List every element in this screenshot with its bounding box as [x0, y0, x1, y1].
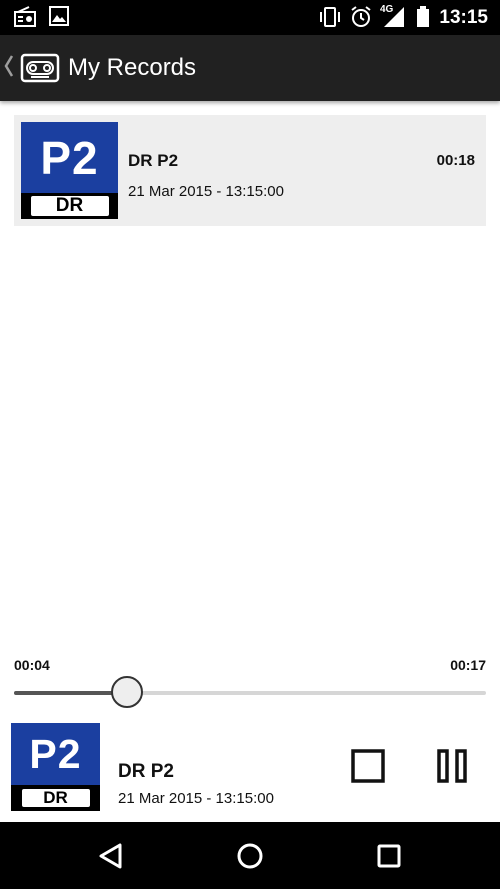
- record-duration: 00:18: [436, 152, 475, 169]
- alarm-icon: [350, 6, 372, 33]
- now-playing-title: DR P2: [118, 761, 174, 782]
- vibrate-icon: [318, 6, 342, 33]
- stop-button[interactable]: [349, 748, 387, 789]
- seek-progress: [14, 691, 128, 695]
- logo-footer: DR: [11, 785, 100, 811]
- record-date: 21 Mar 2015 - 13:15:00: [128, 183, 284, 200]
- status-bar: 4G 13:15: [0, 0, 500, 35]
- total-time: 00:17: [450, 657, 486, 673]
- logo-brand-label: DR: [30, 195, 109, 216]
- stop-icon: [350, 748, 386, 789]
- logo-footer: DR: [21, 193, 118, 219]
- seek-bar[interactable]: [14, 691, 486, 695]
- seek-thumb[interactable]: [111, 676, 144, 708]
- status-clock: 13:15: [439, 7, 488, 28]
- back-icon[interactable]: [96, 840, 128, 872]
- signal-icon: [380, 6, 406, 33]
- image-icon: [49, 6, 69, 31]
- now-playing-logo: P2 DR: [11, 723, 100, 811]
- radio-icon: [14, 6, 36, 33]
- pause-icon: [436, 748, 468, 789]
- logo-channel-label: P2: [21, 122, 118, 193]
- elapsed-time: 00:04: [14, 657, 50, 673]
- logo-channel-label: P2: [11, 723, 100, 785]
- list-item[interactable]: P2 DR DR P2 21 Mar 2015 - 13:15:00 00:18: [14, 115, 486, 226]
- battery-icon: [416, 6, 430, 33]
- page-title: My Records: [68, 54, 197, 81]
- recents-icon[interactable]: [373, 840, 405, 872]
- home-icon[interactable]: [234, 840, 266, 872]
- now-playing-date: 21 Mar 2015 - 13:15:00: [118, 790, 274, 807]
- action-bar: My Records: [0, 35, 500, 101]
- up-navigation-chevron-icon[interactable]: [3, 53, 15, 79]
- record-title: DR P2: [128, 151, 179, 170]
- cassette-icon[interactable]: [20, 53, 60, 88]
- logo-brand-label: DR: [21, 788, 90, 807]
- pause-button[interactable]: [433, 748, 471, 789]
- system-navigation-bar: [0, 822, 500, 889]
- station-logo: P2 DR: [21, 122, 118, 219]
